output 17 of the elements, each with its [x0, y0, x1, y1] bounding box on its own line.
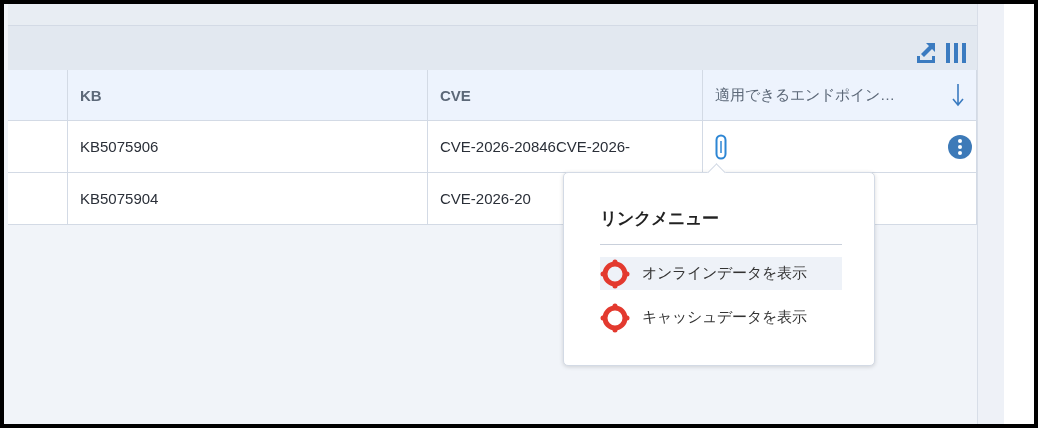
column-header[interactable]: 適用できるエンドポイン… [715, 85, 895, 105]
more-options-icon[interactable] [948, 134, 972, 159]
menu-title: リンクメニュー [600, 208, 720, 230]
columns-icon[interactable] [945, 42, 967, 64]
column-header[interactable]: CVE [440, 86, 471, 104]
paperclip-icon[interactable] [715, 133, 727, 160]
table-cell: KB5075906 [80, 138, 159, 155]
table-cell: CVE-2026-20846CVE-2026- [440, 138, 631, 155]
menu-item[interactable]: キャッシュデータを表示 [600, 301, 842, 334]
column-header[interactable]: KB [80, 86, 102, 104]
lifebuoy-icon [600, 258, 630, 289]
export-icon[interactable] [915, 42, 937, 64]
table-cell: CVE-2026-20 [440, 190, 531, 207]
lifebuoy-icon [600, 302, 630, 333]
menu-item[interactable]: オンラインデータを表示 [600, 257, 842, 290]
table-cell: KB5075904 [80, 190, 159, 207]
sort-arrow-icon[interactable] [952, 83, 964, 107]
